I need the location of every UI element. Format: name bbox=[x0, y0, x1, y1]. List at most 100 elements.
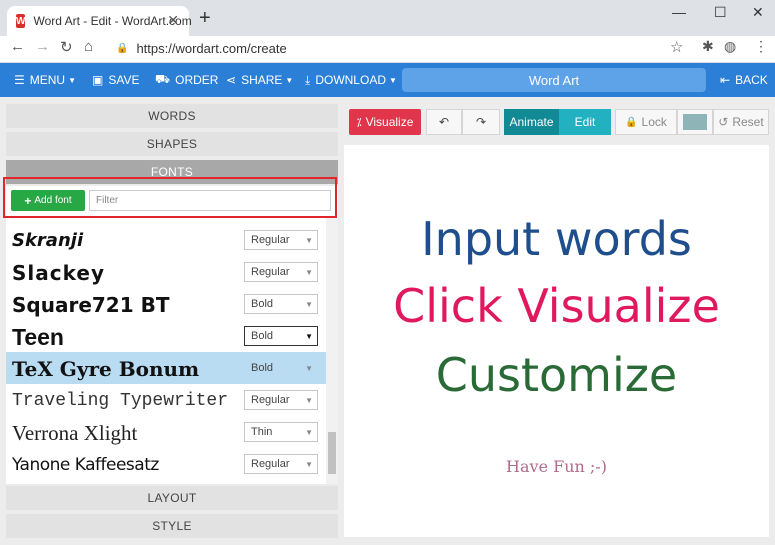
font-name: Traveling Typewriter bbox=[12, 391, 229, 411]
font-row[interactable]: Traveling Typewriter Regular ▼ bbox=[6, 384, 326, 416]
save-icon: ▣ bbox=[92, 73, 104, 87]
font-row[interactable]: Skranji Regular ▼ bbox=[6, 224, 326, 256]
chevron-down-icon: ▼ bbox=[305, 236, 313, 245]
edit-button[interactable]: Edit bbox=[559, 109, 611, 135]
font-weight-select[interactable]: Regular ▼ bbox=[244, 262, 318, 282]
close-window-icon[interactable]: ✕ bbox=[752, 4, 764, 21]
reload-icon[interactable]: ↻ bbox=[60, 38, 73, 56]
weight-value: Regular bbox=[251, 266, 290, 278]
save-button[interactable]: ▣ SAVE bbox=[92, 63, 139, 97]
color-swatch-button[interactable] bbox=[677, 109, 713, 135]
scrollbar-thumb[interactable] bbox=[328, 432, 336, 474]
font-weight-select[interactable]: Regular ▼ bbox=[244, 390, 318, 410]
red-highlight-box bbox=[3, 177, 337, 218]
font-row[interactable]: Slackey Regular ▼ bbox=[6, 256, 326, 288]
section-shapes[interactable]: SHAPES bbox=[6, 132, 338, 156]
color-swatch bbox=[683, 114, 707, 130]
extensions-icon[interactable]: ✱ bbox=[702, 38, 714, 55]
order-label: ORDER bbox=[175, 73, 219, 87]
forward-arrow-icon[interactable]: → bbox=[35, 38, 50, 55]
animate-button[interactable]: Animate bbox=[504, 109, 559, 135]
chevron-down-icon: ▼ bbox=[305, 268, 313, 277]
exit-icon: ⇤ bbox=[720, 73, 731, 87]
weight-value: Bold bbox=[251, 330, 274, 342]
canvas-line-click-visualize: Click Visualize bbox=[393, 279, 720, 333]
download-label: DOWNLOAD bbox=[315, 73, 386, 87]
chevron-down-icon: ▼ bbox=[305, 428, 313, 437]
font-weight-select[interactable]: Regular ▼ bbox=[244, 454, 318, 474]
lock-label: Lock bbox=[641, 115, 667, 129]
font-name: Verrona Xlight bbox=[12, 421, 138, 445]
minimize-icon[interactable]: — bbox=[672, 4, 686, 20]
hamburger-icon: ☰ bbox=[14, 73, 25, 87]
visualize-button[interactable]: ⁒ Visualize bbox=[349, 109, 421, 135]
url-text: https://wordart.com/create bbox=[136, 40, 287, 56]
font-weight-select[interactable]: Bold ▼ bbox=[244, 294, 318, 314]
undo-button[interactable]: ↶ bbox=[426, 109, 462, 135]
lock-icon: 🔒 bbox=[116, 42, 129, 54]
weight-value: Regular bbox=[251, 234, 290, 246]
redo-button[interactable]: ↷ bbox=[462, 109, 500, 135]
caret-down-icon: ▼ bbox=[285, 75, 294, 85]
chevron-down-icon: ▼ bbox=[305, 300, 313, 309]
back-arrow-icon[interactable]: ← bbox=[10, 38, 25, 55]
weight-value: Regular bbox=[251, 458, 290, 470]
font-row[interactable]: Teen Bold ▼ bbox=[6, 320, 326, 352]
caret-down-icon: ▼ bbox=[388, 75, 397, 85]
reset-label: Reset bbox=[732, 115, 764, 129]
weight-value: Bold bbox=[251, 362, 274, 374]
visualize-label: Visualize bbox=[365, 115, 414, 129]
section-layout[interactable]: LAYOUT bbox=[6, 486, 338, 510]
new-tab-icon[interactable]: + bbox=[199, 7, 211, 30]
font-row[interactable]: Verrona Xlight Thin ▼ bbox=[6, 416, 326, 448]
font-row[interactable]: Yanone Kaffeesatz Regular ▼ bbox=[6, 448, 326, 480]
lock-button[interactable]: 🔒 Lock bbox=[615, 109, 677, 135]
back-button[interactable]: ⇤ BACK bbox=[720, 63, 768, 97]
maximize-icon[interactable]: ☐ bbox=[714, 4, 727, 21]
browser-tab[interactable]: W Word Art - Edit - WordArt.com ✕ bbox=[7, 6, 192, 36]
chevron-down-icon: ▼ bbox=[305, 332, 313, 341]
share-icon: ⋖ bbox=[226, 73, 237, 87]
font-name: Teen bbox=[12, 324, 64, 350]
canvas-line-have-fun: Have Fun ;-) bbox=[506, 457, 607, 476]
canvas-line-customize: Customize bbox=[435, 348, 678, 402]
canvas-line-input-words: Input words bbox=[421, 212, 692, 266]
menu-label: MENU bbox=[29, 73, 66, 87]
section-words[interactable]: WORDS bbox=[6, 104, 338, 128]
word-art-title[interactable]: Word Art bbox=[402, 68, 706, 92]
order-button[interactable]: ⛟ ORDER bbox=[155, 63, 218, 97]
weight-value: Bold bbox=[251, 298, 274, 310]
wordart-favicon-icon: W bbox=[16, 14, 26, 28]
redo-icon: ↷ bbox=[475, 115, 487, 129]
share-label: SHARE bbox=[241, 73, 283, 87]
cart-icon: ⛟ bbox=[155, 72, 171, 86]
font-weight-select[interactable]: Bold ▼ bbox=[244, 326, 318, 346]
font-row-selected[interactable]: TeX Gyre Bonum Bold ▼ bbox=[6, 352, 326, 384]
profile-avatar-icon[interactable]: ◍ bbox=[724, 38, 736, 55]
caret-down-icon: ▼ bbox=[68, 75, 77, 85]
section-style[interactable]: STYLE bbox=[6, 514, 338, 538]
close-tab-icon[interactable]: ✕ bbox=[167, 12, 179, 29]
fonts-panel: + Add font Filter Skranji Regular ▼ Slack… bbox=[6, 186, 338, 484]
edit-label: Edit bbox=[574, 115, 596, 129]
download-button[interactable]: ⤓ DOWNLOAD ▼ bbox=[305, 63, 397, 97]
font-weight-select[interactable]: Thin ▼ bbox=[244, 422, 318, 442]
address-bar[interactable]: 🔒 https://wordart.com/create bbox=[108, 39, 690, 57]
reset-icon: ↺ bbox=[718, 115, 729, 129]
chevron-down-icon: ▼ bbox=[305, 460, 313, 469]
menu-button[interactable]: ☰ MENU ▼ bbox=[14, 63, 76, 97]
home-icon[interactable]: ⌂ bbox=[84, 38, 93, 55]
font-weight-select[interactable]: Regular ▼ bbox=[244, 230, 318, 250]
font-name: Square721 BT bbox=[12, 293, 170, 317]
reset-button[interactable]: ↺ Reset bbox=[713, 109, 769, 135]
font-row[interactable]: Square721 BT Bold ▼ bbox=[6, 288, 326, 320]
share-button[interactable]: ⋖ SHARE ▼ bbox=[226, 63, 293, 97]
word-art-canvas[interactable]: Input words Click Visualize Customize Ha… bbox=[344, 145, 769, 537]
chevron-down-icon: ▼ bbox=[305, 396, 313, 405]
bookmark-star-icon[interactable]: ☆ bbox=[670, 38, 683, 56]
font-weight-select[interactable]: Bold ▼ bbox=[244, 358, 318, 378]
chevron-down-icon: ▼ bbox=[305, 364, 313, 373]
undo-icon: ↶ bbox=[438, 115, 450, 129]
more-menu-icon[interactable]: ⋮ bbox=[754, 38, 768, 55]
font-name: Skranji bbox=[12, 230, 84, 251]
